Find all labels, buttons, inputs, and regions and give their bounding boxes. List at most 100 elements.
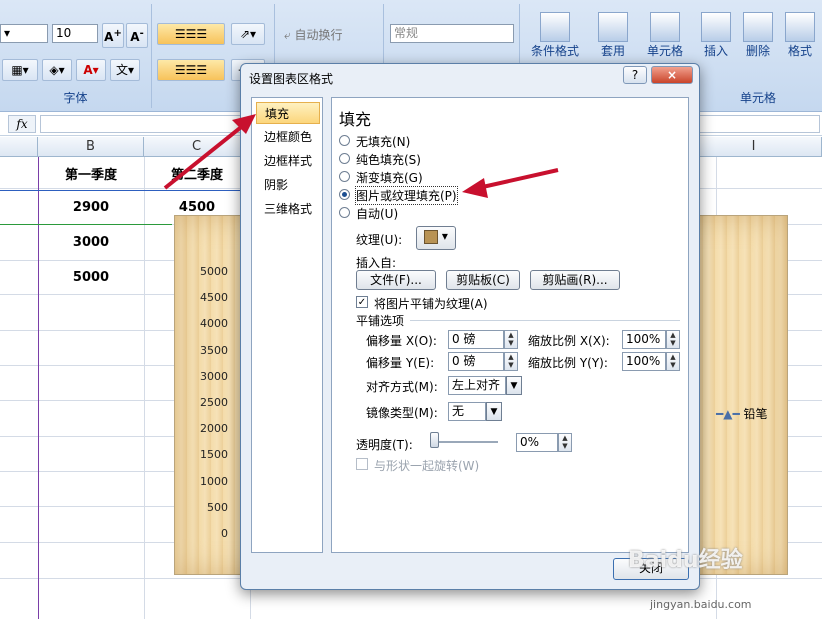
nav-border-style[interactable]: 边框样式: [256, 150, 320, 172]
cell-b3[interactable]: 3000: [38, 235, 144, 250]
wrap-text-button[interactable]: ⤶ 自动换行: [284, 26, 343, 43]
scale-y-label: 缩放比例 Y(Y):: [528, 356, 608, 370]
offset-x-input[interactable]: 0 磅: [448, 330, 504, 349]
rotate-checkbox-label: 与形状一起旋转(W): [374, 459, 480, 473]
insert-button[interactable]: 插入: [696, 12, 736, 59]
scale-x-spinner[interactable]: ▲ ▼: [666, 330, 680, 349]
y-tick-label: 1500: [200, 448, 228, 462]
column-header-c[interactable]: C: [144, 137, 250, 157]
horizontal-align-buttons[interactable]: ☰☰☰: [157, 59, 225, 81]
insert-label: 插入: [703, 44, 728, 58]
delete-icon: [743, 12, 773, 42]
align-label: 对齐方式(M):: [366, 380, 438, 394]
rotate-checkbox[interactable]: [356, 458, 368, 470]
format-icon: [785, 12, 815, 42]
border-button[interactable]: ▦▾: [2, 59, 38, 81]
scale-y-spinner[interactable]: ▲ ▼: [666, 352, 680, 371]
scale-x-input[interactable]: 100%: [622, 330, 666, 349]
shrink-font-button[interactable]: A-: [126, 23, 148, 48]
radio-gradient-fill[interactable]: [339, 171, 350, 182]
help-button[interactable]: ?: [623, 66, 647, 84]
column-header-a[interactable]: [0, 137, 38, 157]
table-format-button[interactable]: 套用: [588, 12, 638, 59]
transparency-slider-track[interactable]: [432, 441, 498, 443]
close-icon[interactable]: ×: [651, 66, 693, 84]
y-tick-label: 4000: [200, 317, 228, 331]
texture-swatch-icon: [424, 230, 439, 244]
cell-b4[interactable]: 5000: [38, 270, 144, 285]
mirror-dropdown-arrow[interactable]: ▼: [486, 402, 502, 421]
radio-solid-fill[interactable]: [339, 153, 350, 164]
conditional-format-button[interactable]: 条件格式: [526, 12, 584, 59]
mirror-label: 镜像类型(M):: [366, 406, 438, 420]
clipart-button[interactable]: 剪贴画(R)...: [530, 270, 620, 290]
offset-y-label: 偏移量 Y(E):: [366, 356, 435, 370]
cells-group-label: 单元格: [739, 91, 776, 105]
wrap-text-icon: ⤶: [284, 28, 295, 42]
font-group: ▾ 10 A+ A- ▦▾ ◈▾ A▾ 文▾ 字体: [0, 4, 152, 108]
y-tick-label: 2000: [200, 422, 228, 436]
nav-3d-format[interactable]: 三维格式: [256, 198, 320, 220]
scale-y-input[interactable]: 100%: [622, 352, 666, 371]
y-tick-label: 500: [207, 500, 228, 514]
chart-legend[interactable]: ━▲━ 铅笔: [716, 405, 786, 422]
transparency-input[interactable]: 0%: [516, 433, 558, 452]
cell-style-icon: [650, 12, 680, 42]
phonetic-button[interactable]: 文▾: [110, 59, 140, 81]
transparency-label: 透明度(T):: [356, 438, 413, 452]
offset-x-spinner[interactable]: ▲ ▼: [504, 330, 518, 349]
format-button[interactable]: 格式: [780, 12, 820, 59]
radio-picture-texture-fill[interactable]: [339, 189, 350, 200]
transparency-spinner[interactable]: ▲ ▼: [558, 433, 572, 452]
align-dropdown[interactable]: 左上对齐: [448, 376, 506, 395]
tile-checkbox-label: 将图片平铺为纹理(A): [374, 297, 488, 311]
clipboard-button[interactable]: 剪贴板(C): [446, 270, 520, 290]
label-gradient-fill: 渐变填充(G): [356, 171, 423, 185]
font-name-dropdown[interactable]: ▾: [0, 24, 48, 43]
tile-checkbox[interactable]: ✓: [356, 296, 368, 308]
mirror-dropdown[interactable]: 无: [448, 402, 486, 421]
cell-c1[interactable]: 第二季度: [144, 164, 250, 183]
offset-y-spinner[interactable]: ▲ ▼: [504, 352, 518, 371]
number-format-dropdown[interactable]: 常规: [390, 24, 514, 43]
font-size-dropdown[interactable]: 10: [52, 24, 98, 43]
font-color-button[interactable]: A▾: [76, 59, 106, 81]
texture-picker-button[interactable]: ▾: [416, 226, 456, 250]
y-tick-label: 1000: [200, 474, 228, 488]
font-size-value: 10: [56, 26, 72, 40]
nav-shadow[interactable]: 阴影: [256, 174, 320, 196]
cell-c2[interactable]: 4500: [144, 200, 250, 215]
nav-fill[interactable]: 填充: [256, 102, 320, 124]
nav-list: 填充 边框颜色 边框样式 阴影 三维格式: [251, 97, 323, 553]
nav-border-color[interactable]: 边框颜色: [256, 126, 320, 148]
cell-style-button[interactable]: 单元格: [640, 12, 690, 59]
y-tick-label: 0: [221, 527, 228, 540]
fill-color-button[interactable]: ◈▾: [42, 59, 72, 81]
cell-b1[interactable]: 第一季度: [38, 164, 144, 183]
scale-x-label: 缩放比例 X(X):: [528, 334, 610, 348]
delete-button[interactable]: 删除: [738, 12, 778, 59]
y-tick-label: 3500: [200, 343, 228, 357]
table-format-label: 套用: [600, 44, 625, 58]
align-dropdown-arrow[interactable]: ▼: [506, 376, 522, 395]
column-header-b[interactable]: B: [38, 137, 144, 157]
dialog-title: 设置图表区格式: [249, 72, 334, 86]
format-label: 格式: [787, 44, 812, 58]
radio-no-fill[interactable]: [339, 135, 350, 146]
label-solid-fill: 纯色填充(S): [356, 153, 421, 167]
delete-label: 删除: [745, 44, 770, 58]
vertical-align-buttons[interactable]: ☰☰☰: [157, 23, 225, 45]
fx-icon[interactable]: fx: [8, 115, 36, 133]
offset-y-input[interactable]: 0 磅: [448, 352, 504, 371]
format-chart-area-dialog: 设置图表区格式 ? × 填充 边框颜色 边框样式 阴影 三维格式 填充 无填充(…: [240, 63, 700, 590]
column-header-i[interactable]: I: [686, 137, 822, 157]
file-button[interactable]: 文件(F)...: [356, 270, 436, 290]
watermark-url: jingyan.baidu.com: [650, 598, 752, 611]
grow-font-button[interactable]: A+: [102, 23, 124, 48]
offset-x-label: 偏移量 X(O):: [366, 334, 437, 348]
wrap-text-label: 自动换行: [294, 28, 343, 42]
transparency-slider-thumb[interactable]: [430, 432, 439, 448]
cell-b2[interactable]: 2900: [38, 200, 144, 215]
orientation-button[interactable]: ⇗▾: [231, 23, 265, 45]
radio-automatic[interactable]: [339, 207, 350, 218]
